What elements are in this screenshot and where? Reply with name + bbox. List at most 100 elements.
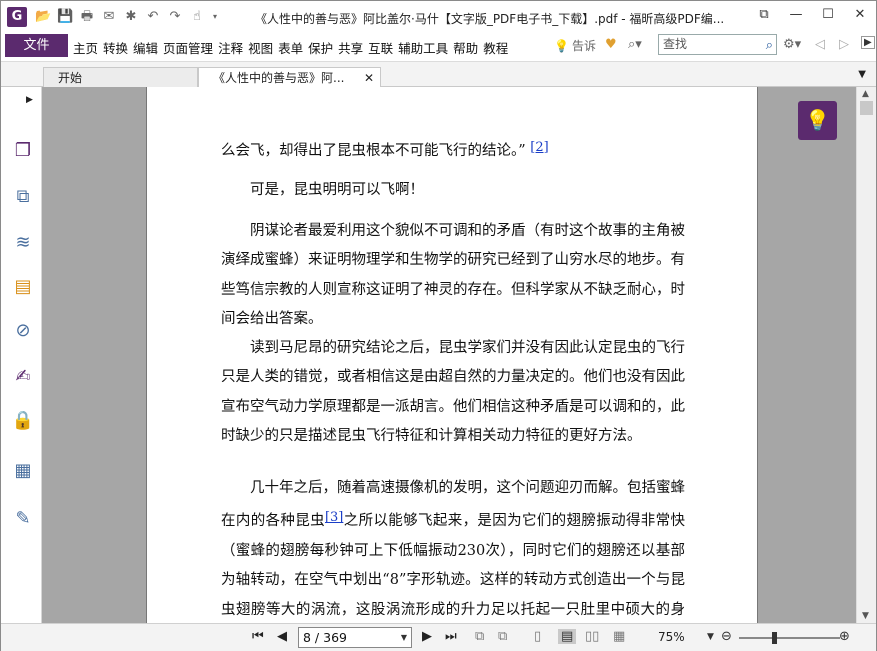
maximize-button[interactable]: ☐ — [812, 1, 844, 29]
menu-home[interactable]: 主页 — [73, 38, 101, 57]
paragraph-1: 么会飞，却得出了昆虫根本不可能飞行的结论。” [2] — [221, 133, 685, 166]
form-fields-icon[interactable]: ▦ — [11, 459, 35, 483]
footnote-link-3[interactable]: [3] — [325, 510, 343, 525]
continuous-page-icon[interactable]: ▤ — [558, 629, 577, 644]
scroll-down-icon[interactable]: ▼ — [862, 611, 869, 621]
close-tab-icon[interactable]: ✕ — [364, 68, 374, 88]
menu-edit[interactable]: 编辑 — [133, 38, 161, 57]
zoom-dropdown-icon[interactable]: ▼ — [707, 632, 714, 642]
zoom-in-icon[interactable]: ⊕ — [839, 629, 850, 644]
search-placeholder: 查找 — [663, 37, 688, 51]
paragraph-5-text-after: 之所以能够飞起来，是因为它们的翅膀振动得非常快（蜜蜂的翅膀每秒钟可上下低幅振动2… — [221, 513, 685, 618]
page-dropdown-icon[interactable]: ▼ — [401, 628, 407, 647]
single-page-icon[interactable]: ▯ — [534, 629, 541, 644]
menu-comment[interactable]: 注释 — [218, 38, 246, 57]
minimize-button[interactable]: — — [780, 1, 812, 29]
page-thumbnails-icon[interactable]: ❐ — [11, 139, 35, 163]
tab-list-icon[interactable]: ▼ — [858, 69, 866, 80]
attachments-icon[interactable]: ⊘ — [11, 319, 35, 343]
footnote-link-2[interactable]: [2] — [530, 140, 548, 155]
continuous-facing-icon[interactable]: ▦ — [613, 629, 625, 644]
zoom-slider[interactable] — [739, 632, 840, 644]
open-icon[interactable]: 📂 — [35, 9, 51, 25]
scroll-thumb[interactable] — [860, 101, 873, 115]
zoom-out-icon[interactable]: ⊖ — [721, 629, 732, 644]
lightbulb-icon: 💡 — [554, 38, 569, 53]
edit-tools-icon[interactable]: ✎ — [11, 507, 35, 531]
back-icon[interactable]: ◁ — [815, 37, 825, 52]
redo-icon[interactable]: ↷ — [167, 9, 183, 25]
vertical-scrollbar[interactable]: ▲ ▼ — [856, 87, 876, 623]
find-options-icon[interactable]: ⌕▾ — [628, 37, 642, 52]
undo-icon[interactable]: ↶ — [145, 9, 161, 25]
page-number-input[interactable]: 8 / 369 ▼ — [298, 627, 412, 648]
tell-me-label: 告诉 — [571, 39, 596, 53]
hand-tool-icon[interactable]: ☝ — [189, 9, 205, 25]
app-logo-icon[interactable]: G — [7, 7, 27, 27]
menu-organize[interactable]: 页面管理 — [163, 38, 216, 57]
navigation-panel: ▶ ❐ ⧉ ≋ ▤ ⊘ ✍ 🔒 ▦ ✎ — [1, 87, 42, 623]
security-icon[interactable]: 🔒 — [11, 409, 35, 433]
file-menu-button[interactable]: 文件 — [5, 34, 68, 57]
print-icon[interactable]: 🖶 — [79, 9, 95, 25]
tips-lightbulb-icon[interactable]: 💡 — [798, 101, 837, 140]
menu-form[interactable]: 表单 — [278, 38, 306, 57]
zoom-level[interactable]: 75% — [658, 630, 685, 644]
next-page-icon[interactable]: ▶ — [422, 629, 432, 644]
window-title: 《人性中的善与恶》阿比盖尔·马什【文字版_PDF电子书_下载】.pdf - 福昕… — [255, 12, 725, 26]
settings-icon[interactable]: ⚙▾ — [783, 37, 801, 52]
feedback-icon[interactable]: ♥ — [605, 37, 617, 52]
document-view[interactable]: 么会飞，却得出了昆虫根本不可能飞行的结论。” [2] 可是，昆虫明明可以飞啊！ … — [42, 87, 856, 623]
tab-start-label: 开始 — [58, 71, 83, 85]
quick-access-toolbar: 📂 💾 🖶 ✉ ✱ ↶ ↷ ☝ ▾ — [35, 9, 219, 25]
paragraph-3: 阴谋论者最爱利用这个貌似不可调和的矛盾（有时这个故事的主角被演绎成蜜蜂）来证明物… — [221, 223, 685, 328]
save-icon[interactable]: 💾 — [57, 9, 73, 25]
scroll-up-icon[interactable]: ▲ — [862, 89, 869, 99]
menu-protect[interactable]: 保护 — [308, 38, 336, 57]
search-icon[interactable]: ⌕ — [766, 36, 773, 55]
forward-icon[interactable]: ▷ — [839, 37, 849, 52]
tab-document-label: 《人性中的善与恶》阿... — [213, 71, 345, 85]
ribbon-expand-icon[interactable]: ▶ — [861, 36, 875, 49]
menu-connect[interactable]: 互联 — [368, 38, 396, 57]
previous-view-icon[interactable]: ⧉ — [475, 629, 484, 644]
title-bar: G 📂 💾 🖶 ✉ ✱ ↶ ↷ ☝ ▾ 《人性中的善与恶》阿比盖尔·马什【文字版… — [1, 1, 876, 33]
menu-view[interactable]: 视图 — [248, 38, 276, 57]
comments-icon[interactable]: ▤ — [11, 275, 35, 299]
page-number-value: 8 / 369 — [303, 630, 347, 645]
menu-tutorial[interactable]: 教程 — [483, 38, 511, 57]
menu-items: 主页 转换 编辑 页面管理 注释 视图 表单 保护 共享 互联 辅助工具 帮助 … — [73, 38, 513, 57]
tell-me[interactable]: 💡 告诉 — [554, 37, 596, 54]
layers-icon[interactable]: ≋ — [11, 231, 35, 255]
signatures-icon[interactable]: ✍ — [11, 365, 35, 389]
expand-panel-icon[interactable]: ▶ — [26, 95, 33, 105]
paragraph-4: 读到马尼昂的研究结论之后，昆虫学家们并没有因此认定昆虫的飞行只是人类的错觉，或者… — [221, 340, 685, 445]
zoom-slider-handle[interactable] — [772, 632, 777, 644]
tab-start[interactable]: 开始 — [43, 67, 198, 88]
window-controls: ⧉ — ☐ ✕ — [748, 1, 876, 29]
first-page-icon[interactable]: ⏮ — [252, 629, 264, 644]
customize-dropdown-icon[interactable]: ▾ — [211, 9, 219, 25]
pages-icon[interactable]: ⧉ — [11, 185, 35, 209]
paragraph-1-text: 么会飞，却得出了昆虫根本不可能飞行的结论。” — [221, 143, 526, 159]
paragraph-5: 几十年之后，随着高速摄像机的发明，这个问题迎刃而解。包括蜜蜂在内的各种昆虫[3]… — [221, 474, 685, 623]
new-icon[interactable]: ✱ — [123, 9, 139, 25]
search-input[interactable]: 查找 ⌕ — [658, 34, 777, 55]
email-icon[interactable]: ✉ — [101, 9, 117, 25]
restore-small-button[interactable]: ⧉ — [748, 1, 780, 29]
menu-help[interactable]: 帮助 — [453, 38, 481, 57]
menu-convert[interactable]: 转换 — [103, 38, 131, 57]
next-view-icon[interactable]: ⧉ — [498, 629, 507, 644]
paragraph-2: 可是，昆虫明明可以飞啊！ — [250, 182, 424, 198]
pdf-page: 么会飞，却得出了昆虫根本不可能飞行的结论。” [2] 可是，昆虫明明可以飞啊！ … — [146, 87, 758, 623]
previous-page-icon[interactable]: ◀ — [277, 629, 287, 644]
facing-pages-icon[interactable]: ▯▯ — [585, 629, 599, 644]
last-page-icon[interactable]: ⏭ — [445, 629, 457, 644]
app-window: G 📂 💾 🖶 ✉ ✱ ↶ ↷ ☝ ▾ 《人性中的善与恶》阿比盖尔·马什【文字版… — [0, 0, 877, 651]
status-bar: ⏮ ◀ 8 / 369 ▼ ▶ ⏭ ⧉ ⧉ ▯ ▤ ▯▯ ▦ 75% ▼ ⊖ ⊕ — [1, 623, 876, 651]
menu-accessibility[interactable]: 辅助工具 — [398, 38, 451, 57]
close-button[interactable]: ✕ — [844, 1, 876, 29]
tab-document[interactable]: 《人性中的善与恶》阿... ✕ — [198, 67, 381, 89]
document-tab-bar: 开始 《人性中的善与恶》阿... ✕ ▼ — [1, 61, 876, 89]
menu-share[interactable]: 共享 — [338, 38, 366, 57]
